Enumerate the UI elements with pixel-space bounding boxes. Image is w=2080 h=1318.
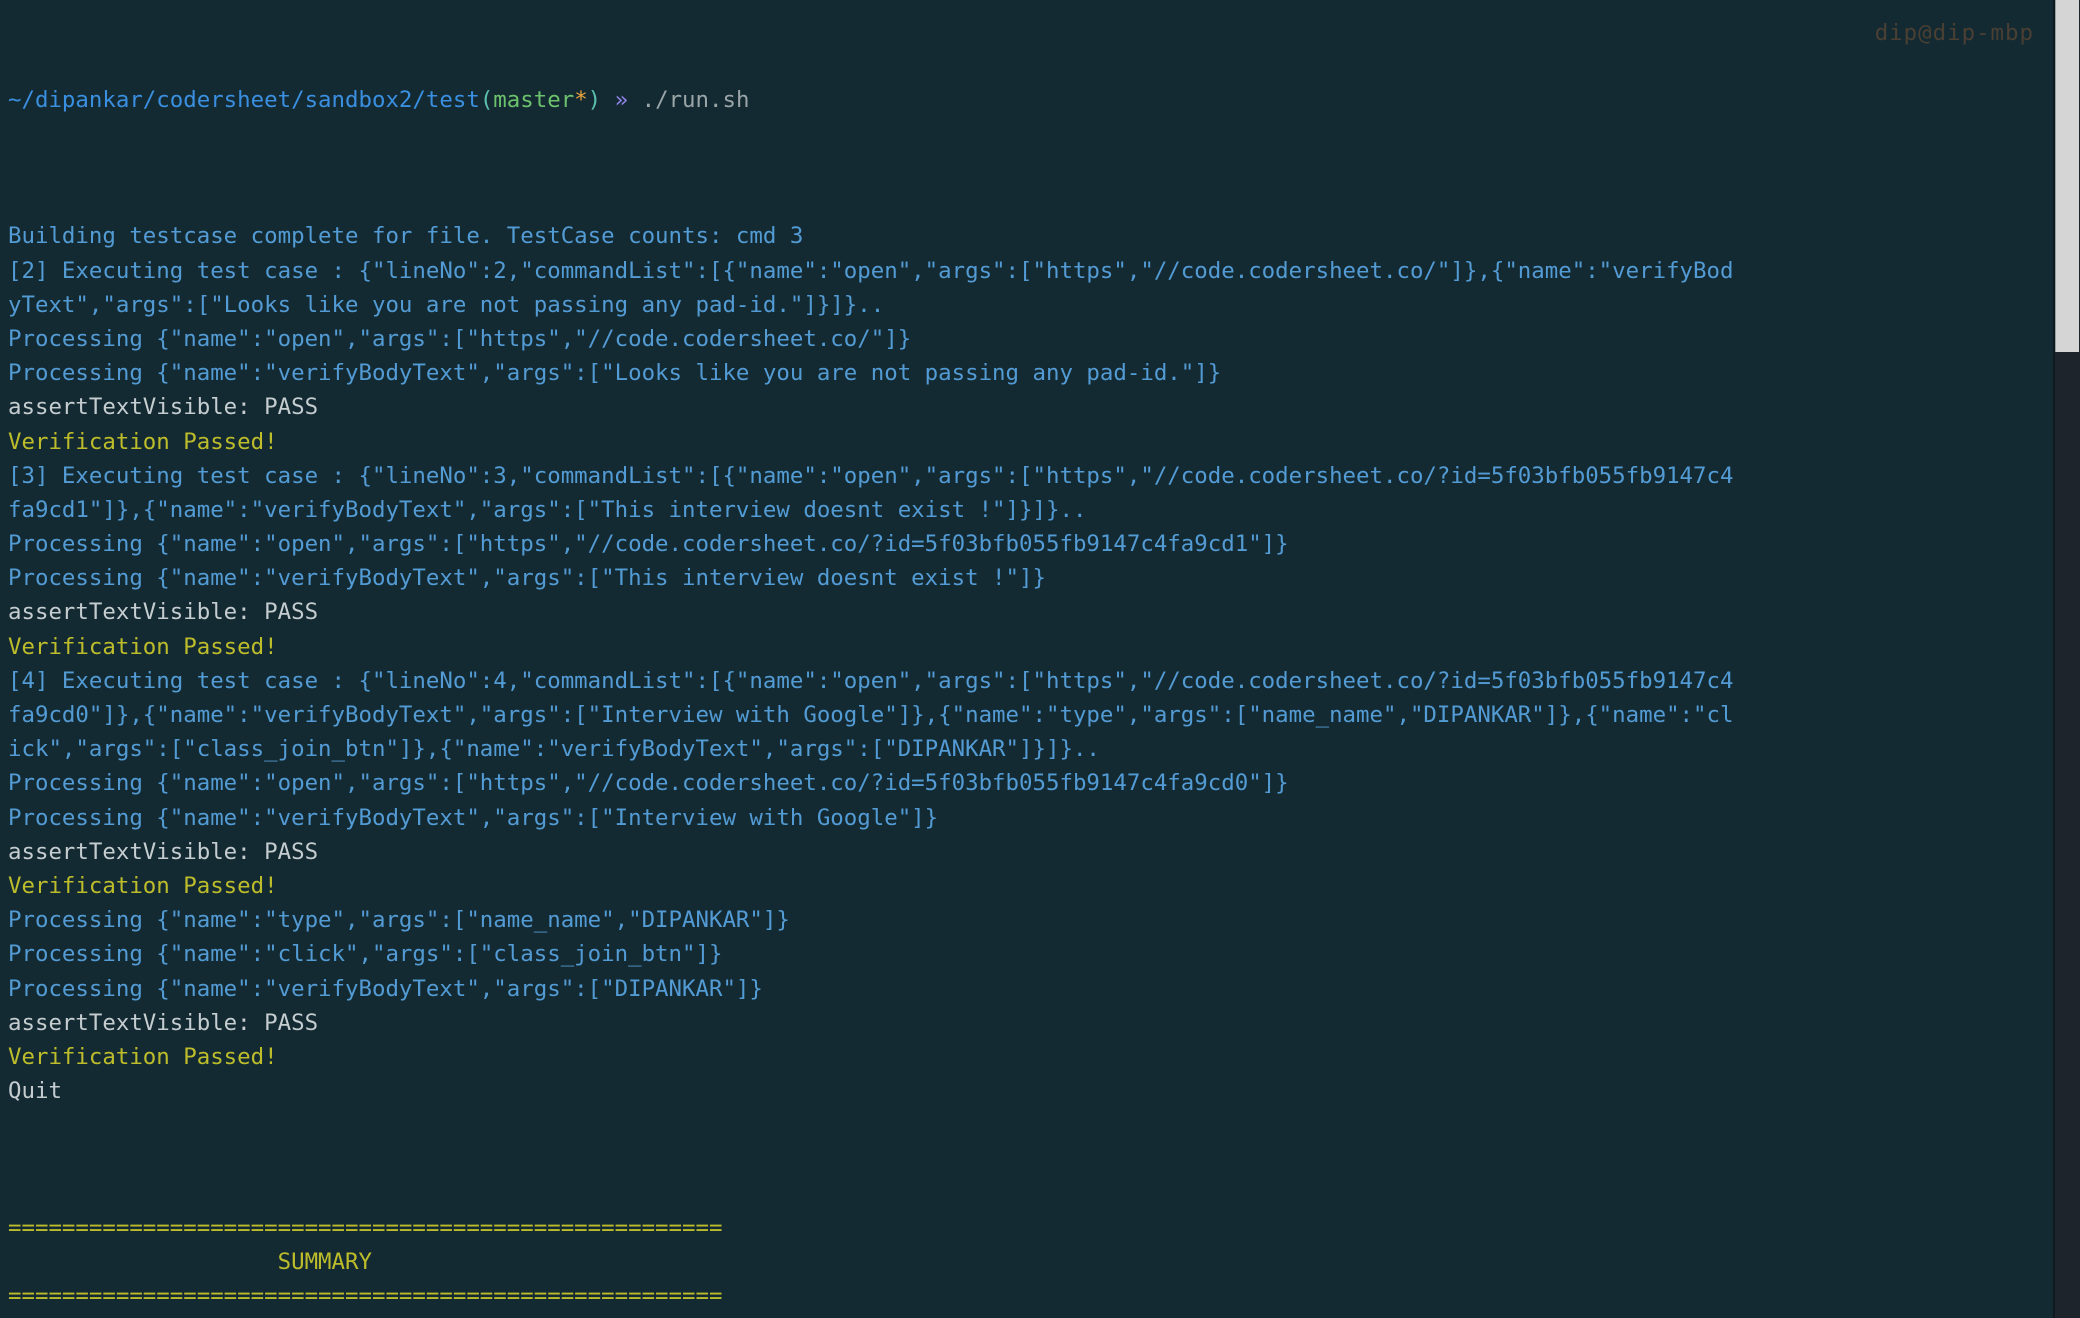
output-line: ick","args":["class_join_btn"]},{"name":… [8,736,1100,763]
prompt-space-2 [628,87,641,113]
output-line: ========================================… [8,1283,723,1310]
output-line: ========================================… [8,1214,723,1241]
output-line-list: Building testcase complete for file. Tes… [8,219,2053,1318]
output-line: fa9cd1"]},{"name":"verifyBodyText","args… [8,496,1087,523]
output-line: Quit [8,1078,62,1105]
prompt-paren-open: ( [479,86,494,113]
output-line: Processing {"name":"type","args":["name_… [8,907,790,934]
output-line: Verification Passed! [8,428,278,455]
output-line: Processing {"name":"open","args":["https… [8,770,1289,797]
output-line: assertTextVisible: PASS [8,1009,319,1036]
output-line: yText","args":["Looks like you are not p… [8,291,885,318]
output-line: Pass Count: 3 [8,1313,2053,1318]
output-line: [3] Executing test case : {"lineNo":3,"c… [8,462,1734,489]
output-line: Processing {"name":"verifyBodyText","arg… [8,565,1046,592]
git-dirty-star-icon: * [574,86,588,113]
output-line: SUMMARY [8,1249,372,1276]
output-line: fa9cd0"]},{"name":"verifyBodyText","args… [8,702,1734,729]
output-line: [4] Executing test case : {"lineNo":4,"c… [8,667,1734,694]
typed-command: ./run.sh [641,86,750,113]
vertical-scrollbar[interactable] [2053,0,2080,1318]
prompt-arrow-icon: » [614,86,629,113]
terminal-output-area[interactable]: ~/dipankar/codersheet/sandbox2/test(mast… [0,0,2053,1318]
prompt-paren-close: ) [587,86,602,113]
output-line: Processing {"name":"open","args":["https… [8,531,1289,558]
shell-prompt-line: ~/dipankar/codersheet/sandbox2/test(mast… [8,83,2053,117]
output-line: [2] Executing test case : {"lineNo":2,"c… [8,257,1734,284]
scrollbar-thumb[interactable] [2055,0,2079,352]
output-line: Processing {"name":"open","args":["https… [8,325,912,352]
output-line: Building testcase complete for file. Tes… [8,223,804,250]
output-line: Processing {"name":"verifyBodyText","arg… [8,975,763,1002]
output-line: Verification Passed! [8,872,278,899]
output-line: Processing {"name":"click","args":["clas… [8,941,723,968]
output-line: assertTextVisible: PASS [8,394,319,421]
git-branch-name: master [493,86,575,113]
output-line: Verification Passed! [8,1043,278,1070]
terminal-window[interactable]: ========================================… [0,0,2080,1318]
output-line: Verification Passed! [8,633,278,660]
output-line: Processing {"name":"verifyBodyText","arg… [8,360,1222,387]
output-line: assertTextVisible: PASS [8,838,319,865]
output-line: assertTextVisible: PASS [8,599,319,626]
prompt-path: ~/dipankar/codersheet/sandbox2/test [8,86,480,113]
output-line: Processing {"name":"verifyBodyText","arg… [8,804,939,831]
